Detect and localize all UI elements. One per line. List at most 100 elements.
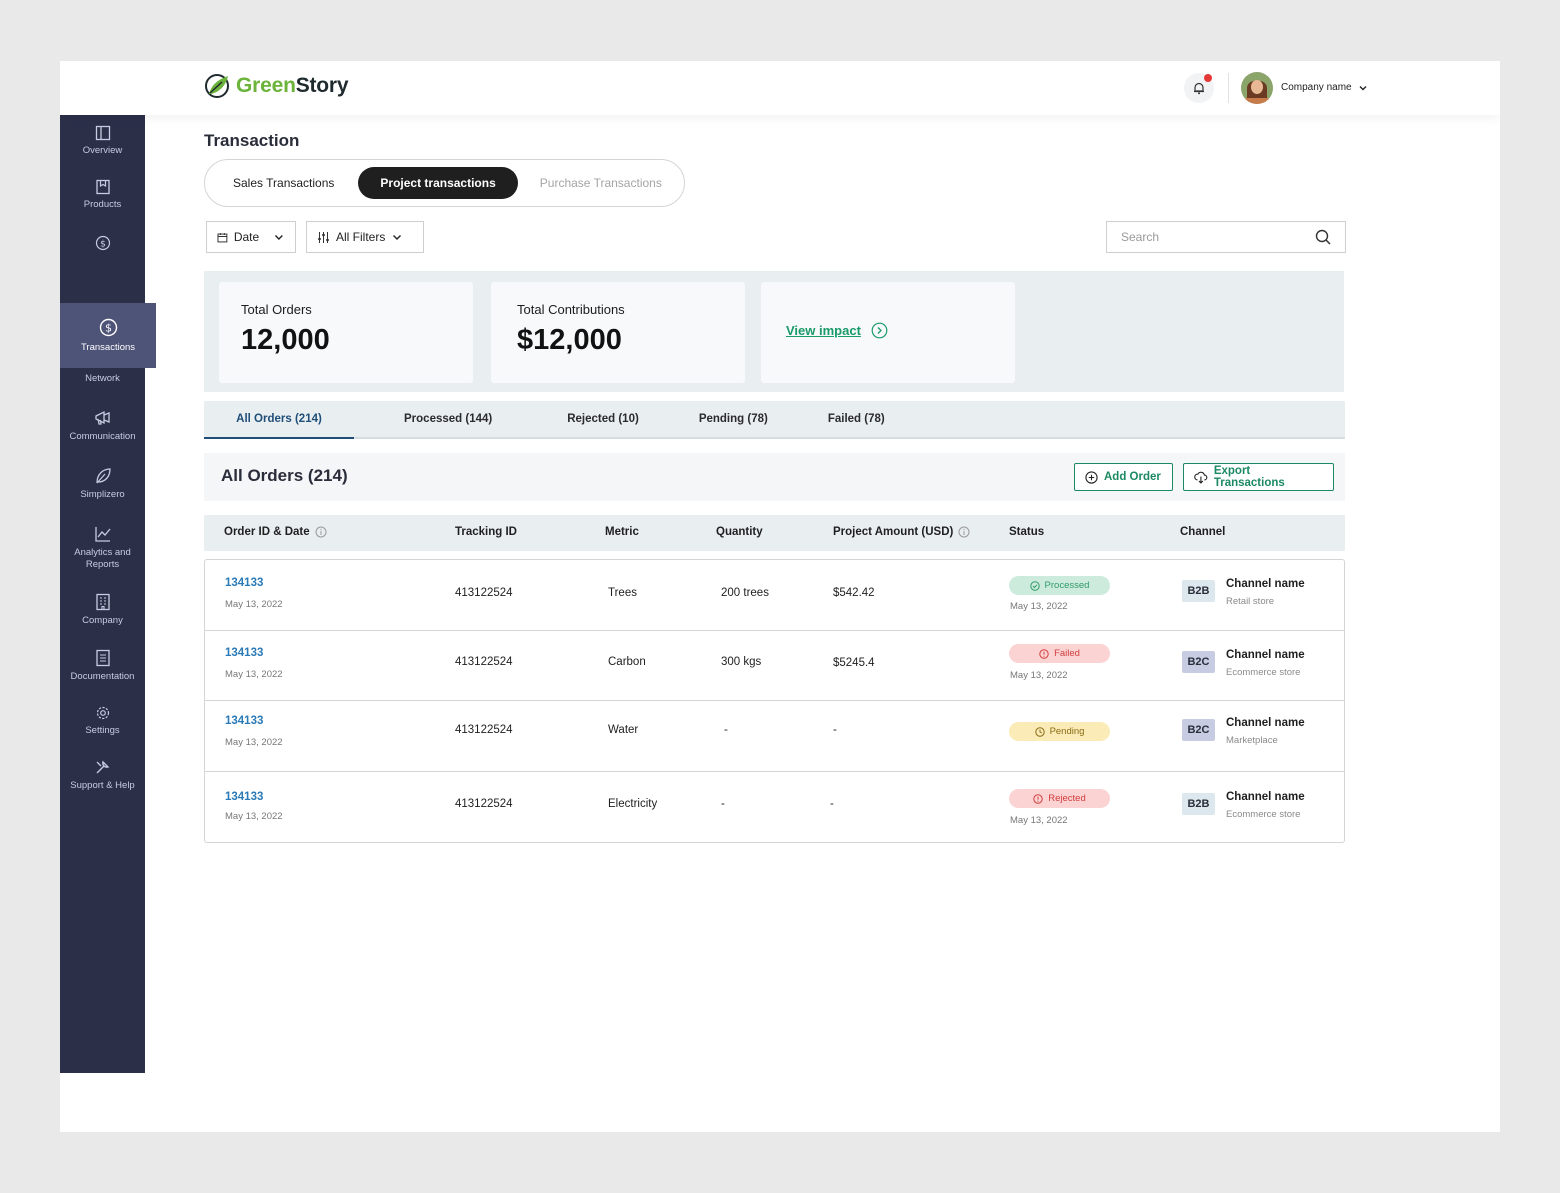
total-orders-card: Total Orders 12,000 — [219, 282, 473, 383]
view-impact-card: View impact — [761, 282, 1015, 383]
channel-type-badge: B2C — [1182, 651, 1215, 673]
export-transactions-button[interactable]: Export Transactions — [1183, 463, 1334, 491]
notification-button[interactable] — [1184, 73, 1214, 103]
column-quantity[interactable]: Quantity — [716, 526, 763, 538]
status-date: May 13, 2022 — [1010, 815, 1068, 826]
all-filters-label: All Filters — [336, 230, 386, 244]
date-filter-label: Date — [233, 230, 260, 244]
sidebar-item-overview[interactable]: Overview — [60, 125, 145, 157]
project-amount: - — [833, 724, 837, 736]
bell-icon — [1194, 82, 1204, 95]
notification-dot — [1204, 74, 1212, 82]
project-amount: - — [830, 798, 834, 810]
view-impact-link[interactable]: View impact — [786, 322, 888, 339]
sidebar-item-label: Communication — [69, 431, 136, 442]
order-date: May 13, 2022 — [225, 669, 283, 680]
brand-logo[interactable]: GreenStory — [204, 73, 349, 99]
segment-project[interactable]: Project transactions — [358, 167, 518, 199]
column-order-id[interactable]: Order ID & Date — [224, 526, 327, 538]
table-row[interactable]: 134133 May 13, 2022 413122524 Carbon 300… — [205, 631, 1344, 701]
sidebar-item-communication[interactable]: Communication — [60, 409, 145, 443]
sidebar-item-label: Support & Help — [70, 780, 135, 791]
building-icon — [95, 593, 110, 611]
sidebar-item-simplizero[interactable]: Simplizero — [60, 467, 145, 501]
date-filter[interactable]: Date — [206, 221, 296, 253]
quantity: - — [721, 798, 725, 810]
layout-icon — [95, 125, 110, 141]
search-icon — [1315, 229, 1331, 245]
download-cloud-icon — [1194, 471, 1208, 484]
transaction-type-switch: Sales Transactions Project transactions … — [204, 159, 685, 207]
orders-title: All Orders (214) — [221, 466, 348, 485]
segment-purchase[interactable]: Purchase Transactions — [518, 167, 684, 199]
channel-name: Channel name — [1226, 578, 1305, 590]
avatar-image — [1241, 72, 1273, 104]
status-label: Rejected — [1048, 793, 1086, 804]
quantity: 200 trees — [721, 587, 769, 599]
order-date: May 13, 2022 — [225, 811, 283, 822]
status-label: Pending — [1049, 726, 1085, 737]
tracking-id: 413122524 — [455, 724, 513, 736]
info-icon — [315, 526, 327, 538]
sidebar-item-products[interactable]: Products — [60, 179, 145, 211]
sidebar: Overview Products $ $ Transactions Netwo… — [60, 115, 156, 1073]
sidebar-item-label: Simplizero — [80, 489, 125, 500]
tab-all-orders[interactable]: All Orders (214) — [204, 401, 354, 439]
column-metric[interactable]: Metric — [605, 526, 639, 538]
tab-rejected[interactable]: Rejected (10) — [567, 401, 639, 437]
chevron-down-icon — [275, 235, 284, 240]
chevron-down-icon — [1359, 85, 1367, 90]
all-filters[interactable]: All Filters — [306, 221, 424, 253]
metric: Trees — [608, 587, 637, 599]
column-channel[interactable]: Channel — [1180, 526, 1225, 538]
app-frame: GreenStory Company name Overview Product… — [60, 61, 1500, 1132]
tab-failed[interactable]: Failed (78) — [828, 401, 885, 437]
sliders-icon — [318, 231, 329, 243]
status-label: Processed — [1044, 580, 1090, 591]
table-row[interactable]: 134133 May 13, 2022 413122524 Electricit… — [205, 772, 1344, 842]
column-tracking-id[interactable]: Tracking ID — [455, 526, 517, 538]
sidebar-item-transactions[interactable]: $ Transactions — [60, 303, 156, 368]
tab-processed[interactable]: Processed (144) — [404, 401, 492, 437]
column-order-id-label: Order ID & Date — [224, 526, 310, 538]
total-contributions-card: Total Contributions $12,000 — [491, 282, 745, 383]
export-transactions-label: Export Transactions — [1213, 465, 1285, 489]
search-input[interactable]: Search — [1106, 221, 1346, 253]
status-badge: Failed — [1009, 644, 1110, 663]
status-date: May 13, 2022 — [1010, 601, 1068, 612]
sidebar-item-documentation[interactable]: Documentation — [60, 649, 145, 683]
table-row[interactable]: 134133 May 13, 2022 413122524 Water - - … — [205, 701, 1344, 772]
total-orders-label: Total Orders — [241, 302, 312, 317]
channel-type-badge: B2C — [1182, 719, 1215, 741]
add-order-button[interactable]: Add Order — [1074, 463, 1173, 491]
sidebar-item-label: Analytics and Reports — [74, 547, 131, 570]
bookmark-icon — [95, 179, 110, 195]
sidebar-item-label: Settings — [85, 725, 120, 736]
column-status[interactable]: Status — [1009, 526, 1044, 538]
company-menu[interactable]: Company name — [1281, 82, 1368, 93]
column-project-amount[interactable]: Project Amount (USD) — [833, 526, 970, 538]
tab-pending[interactable]: Pending (78) — [699, 401, 768, 437]
chart-icon — [94, 527, 110, 542]
segment-sales[interactable]: Sales Transactions — [209, 167, 358, 199]
project-amount: $5245.4 — [833, 657, 875, 669]
wrench-icon — [96, 760, 109, 774]
sidebar-item-company[interactable]: Company — [60, 593, 145, 627]
order-id-link[interactable]: 134133 — [225, 577, 263, 589]
table-row[interactable]: 134133 May 13, 2022 413122524 Trees 200 … — [205, 560, 1344, 631]
clock-icon — [1034, 726, 1045, 737]
calendar-icon — [217, 232, 228, 242]
sidebar-item-label: Products — [83, 199, 122, 210]
stats-panel: Total Orders 12,000 Total Contributions … — [204, 271, 1344, 392]
channel-subtitle: Marketplace — [1226, 735, 1278, 746]
sidebar-item-network[interactable]: Network — [60, 373, 145, 385]
sidebar-item-analytics[interactable]: Analytics and Reports — [60, 525, 145, 571]
order-id-link[interactable]: 134133 — [225, 715, 263, 727]
company-name: Company name — [1281, 82, 1352, 93]
sidebar-item-label: Transactions — [80, 342, 136, 353]
sidebar-item-settings[interactable]: Settings — [60, 705, 145, 737]
sidebar-item-support[interactable]: Support & Help — [60, 758, 145, 792]
order-id-link[interactable]: 134133 — [225, 791, 263, 803]
avatar[interactable] — [1241, 72, 1273, 104]
order-id-link[interactable]: 134133 — [225, 647, 263, 659]
